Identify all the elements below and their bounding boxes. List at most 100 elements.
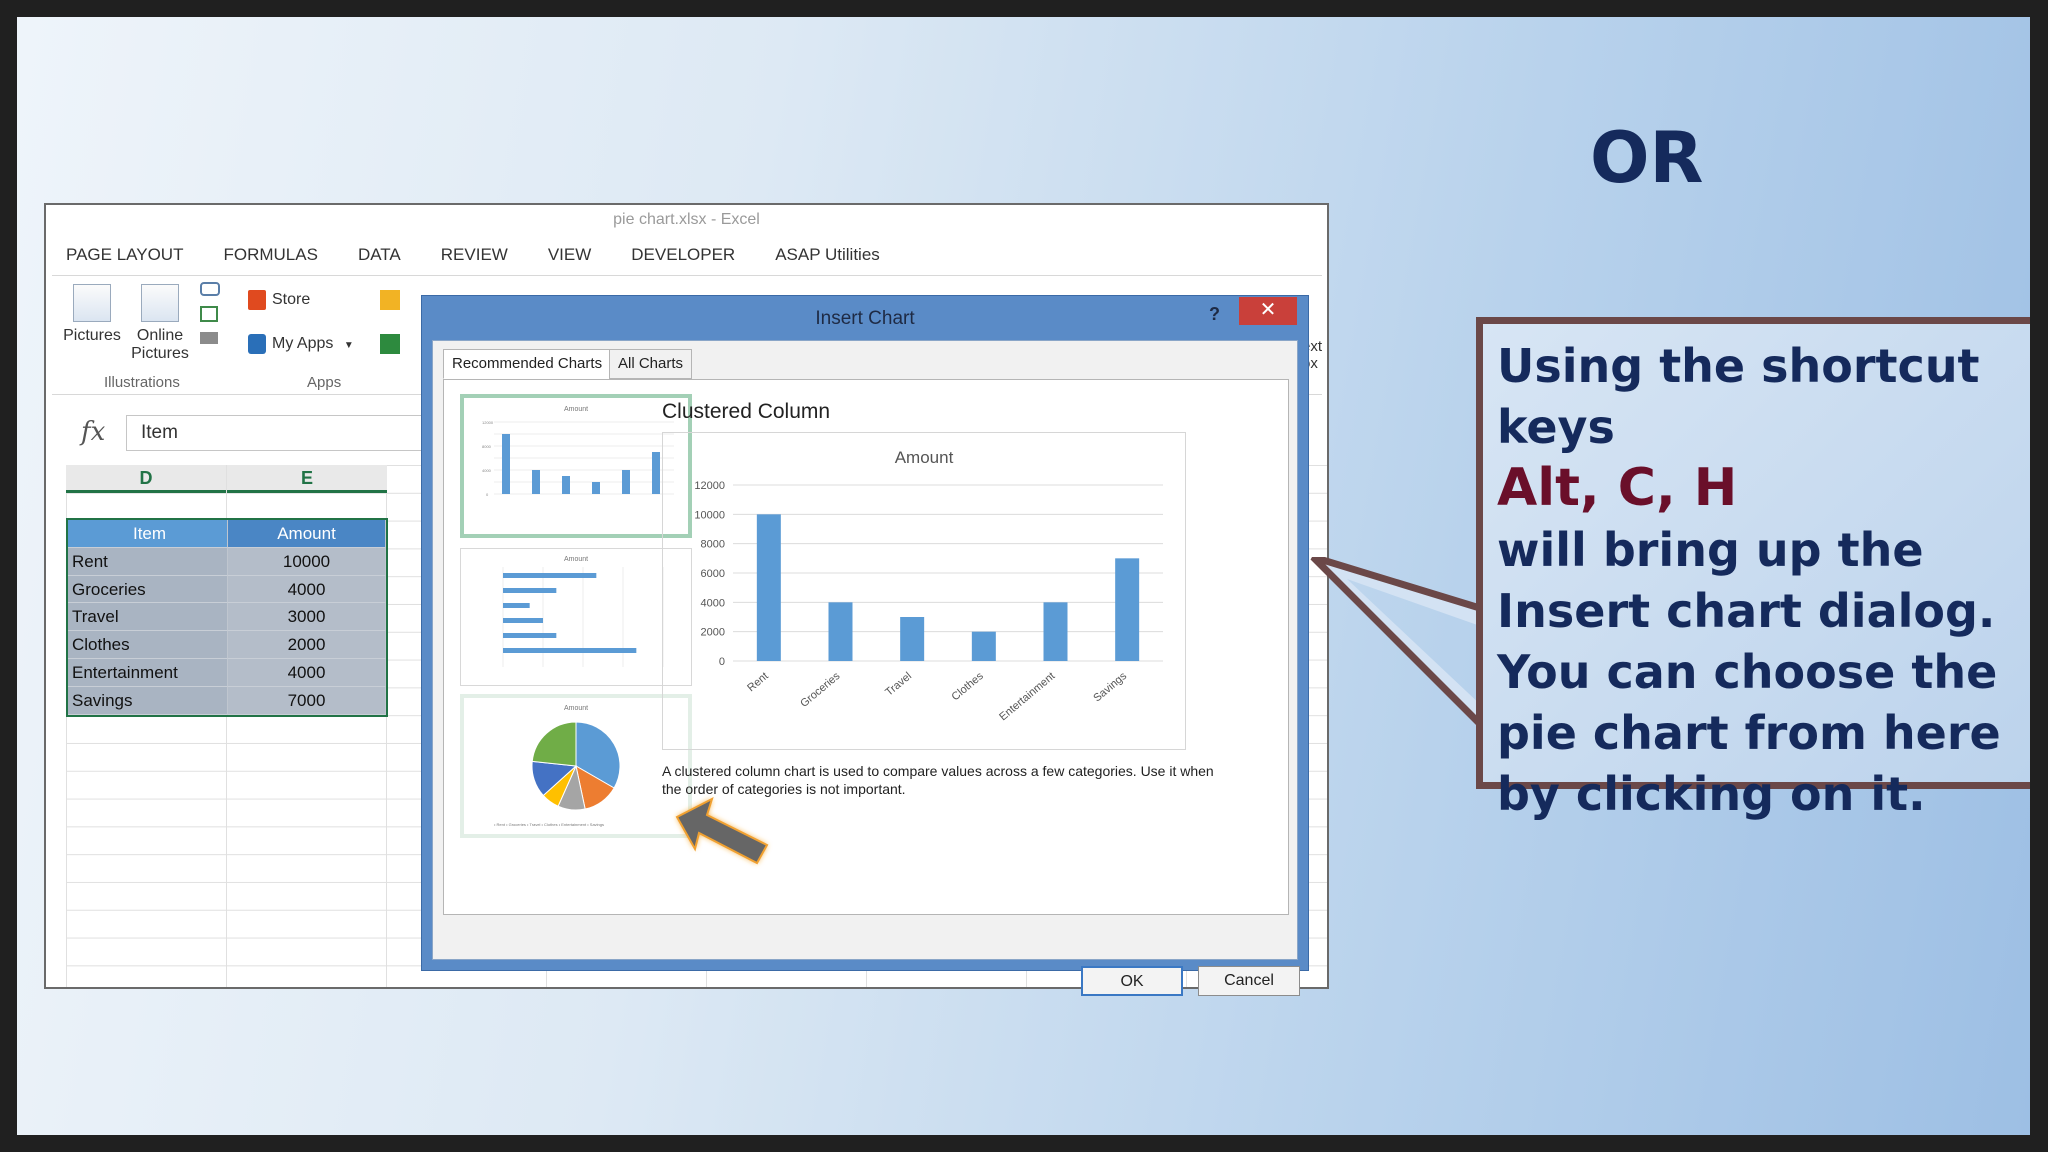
formula-bar: fx Item <box>46 415 426 451</box>
thumb-bar <box>503 633 557 638</box>
bing-maps-icon[interactable] <box>380 290 400 310</box>
svg-text:• Rent • Groceries • Travel •: • Rent • Groceries • Travel • Clothes • … <box>494 822 604 827</box>
tab-developer[interactable]: DEVELOPER <box>631 245 755 265</box>
table-row: Rent 10000 <box>68 547 386 576</box>
cell-amount[interactable]: 10000 <box>228 547 386 576</box>
callout-tail <box>1310 557 1486 730</box>
ok-button[interactable]: OK <box>1081 966 1183 996</box>
close-button[interactable]: ✕ <box>1239 297 1297 325</box>
x-tick-label: Groceries <box>798 670 843 710</box>
chart-title: Amount <box>895 448 954 467</box>
tab-recommended-charts[interactable]: Recommended Charts <box>443 349 612 379</box>
pictures-label: Pictures <box>63 327 121 344</box>
illustrations-group-label: Illustrations <box>104 374 180 391</box>
thumb-bar <box>652 452 660 494</box>
svg-text:Amount: Amount <box>564 705 588 712</box>
y-tick-label: 0 <box>719 656 725 668</box>
thumb-bar <box>503 573 597 578</box>
chart-type-name: Clustered Column <box>662 400 831 423</box>
cell-amount[interactable]: 4000 <box>228 575 386 604</box>
column-header-d[interactable]: D <box>66 465 226 493</box>
cell-item[interactable]: Rent <box>68 547 228 576</box>
thumb-bar <box>562 476 570 494</box>
y-tick-label: 8000 <box>701 539 725 551</box>
apps-group-label: Apps <box>307 374 342 391</box>
y-tick-label: 10000 <box>694 509 725 521</box>
bar <box>1115 558 1140 661</box>
thumb-bar <box>503 588 557 593</box>
tab-view[interactable]: VIEW <box>548 245 611 265</box>
svg-text:0: 0 <box>486 492 489 497</box>
y-tick-label: 4000 <box>701 597 725 609</box>
cell-amount[interactable]: 4000 <box>228 658 386 687</box>
tab-all-charts[interactable]: All Charts <box>609 349 693 379</box>
tab-page-layout[interactable]: PAGE LAYOUT <box>66 245 203 265</box>
store-label: Store <box>272 291 311 309</box>
header-amount[interactable]: Amount <box>228 520 386 548</box>
insert-chart-dialog: Insert Chart ? ✕ Recommended Charts All … <box>421 295 1309 996</box>
cell-amount[interactable]: 3000 <box>228 603 386 632</box>
pictures-button[interactable]: Pictures <box>62 284 122 345</box>
cell-amount[interactable]: 2000 <box>228 631 386 659</box>
bar <box>756 514 781 661</box>
cell-item[interactable]: Entertainment <box>68 658 228 687</box>
svg-text:4000: 4000 <box>482 468 492 473</box>
table-row: Travel 3000 <box>68 603 386 632</box>
my-apps-label: My Apps <box>272 335 334 353</box>
people-graph-icon[interactable] <box>380 334 400 354</box>
header-item[interactable]: Item <box>68 520 228 548</box>
dialog-title: Insert Chart <box>815 308 915 329</box>
store-button[interactable]: Store <box>248 290 310 310</box>
thumb-bar <box>592 482 600 494</box>
cell-item[interactable]: Savings <box>68 686 228 715</box>
dialog-body: Recommended Charts All Charts Amount 120… <box>432 340 1300 996</box>
table-row: Entertainment 4000 <box>68 658 386 687</box>
cell-item[interactable]: Clothes <box>68 631 228 659</box>
formula-input[interactable]: Item <box>126 415 426 451</box>
callout-box: Using the shortcut keys Alt, C, H will b… <box>1476 317 2030 821</box>
screenshot-icon <box>200 332 218 344</box>
cancel-button[interactable]: Cancel <box>1198 966 1300 996</box>
x-tick-label: Rent <box>745 670 771 694</box>
shapes-buttons[interactable] <box>200 282 226 362</box>
thumb-bar <box>503 648 637 653</box>
y-tick-label: 6000 <box>701 568 725 580</box>
cell-item[interactable]: Travel <box>68 603 228 632</box>
thumbnail-clustered-column[interactable]: Amount 12000 8000 4000 0 <box>460 394 692 538</box>
online-pictures-label: Online Pictures <box>131 327 189 362</box>
chevron-down-icon: ▼ <box>343 340 354 352</box>
preview-chart: Amount 0 2000 4000 6000 8000 10000 12000 Rent G… <box>662 432 1186 750</box>
function-icon[interactable]: fx <box>81 417 105 447</box>
y-tick-label: 12000 <box>694 480 725 492</box>
thumbnail-clustered-bar[interactable]: Amount <box>460 548 692 686</box>
svg-text:Amount: Amount <box>564 556 588 563</box>
column-header-e[interactable]: E <box>227 465 387 493</box>
store-icon <box>248 290 266 310</box>
recommended-panel: Amount 12000 8000 4000 0 Amount Amount •… <box>443 379 1289 915</box>
x-tick-label: Entertainment <box>997 670 1057 723</box>
cell-item[interactable]: Groceries <box>68 575 228 604</box>
picture-icon <box>73 284 111 322</box>
callout-text: Using the shortcut keys Alt, C, H will b… <box>1497 336 2030 825</box>
thumb-bar <box>503 603 530 608</box>
bar <box>971 631 996 661</box>
my-apps-button[interactable]: My Apps ▼ <box>248 334 354 354</box>
data-table: Item Amount Rent 10000 Groceries 4000 Tr… <box>66 518 388 717</box>
bar <box>1043 602 1068 661</box>
pointer-arrow-icon <box>675 797 769 865</box>
table-row: Savings 7000 <box>68 686 386 715</box>
tab-review[interactable]: REVIEW <box>441 245 528 265</box>
pie-slice <box>531 721 577 767</box>
table-row: Groceries 4000 <box>68 575 386 604</box>
x-tick-label: Travel <box>883 670 914 699</box>
online-picture-icon <box>141 284 179 322</box>
preview-chart-svg: Amount 0 2000 4000 6000 8000 10000 12000 Rent G… <box>694 448 1163 723</box>
online-pictures-button[interactable]: Online Pictures <box>130 284 190 363</box>
tab-asap-utilities[interactable]: ASAP Utilities <box>775 245 900 265</box>
cell-amount[interactable]: 7000 <box>228 686 386 715</box>
apps-icon <box>248 334 266 354</box>
or-title: OR <box>1590 117 1704 199</box>
tab-data[interactable]: DATA <box>358 245 421 265</box>
tab-formulas[interactable]: FORMULAS <box>223 245 337 265</box>
help-icon[interactable]: ? <box>1209 304 1220 325</box>
